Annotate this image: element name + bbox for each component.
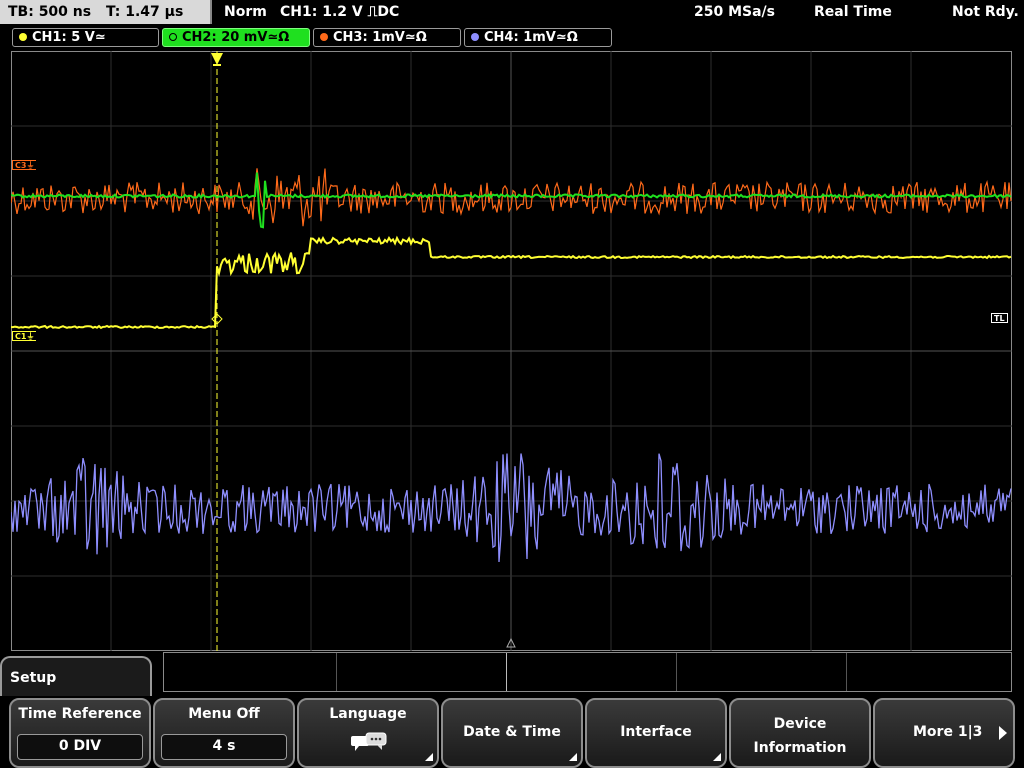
submenu-corner-icon [569,753,577,761]
overview-divider [506,653,507,691]
channel-tab-ch3[interactable]: CH3: 1mV≃Ω [313,28,461,47]
menu-title: Setup [0,656,152,696]
ch3-dot-icon [320,33,328,41]
softkey-label: Interface [620,724,692,740]
channel-tab-ch4[interactable]: CH4: 1mV≃Ω [464,28,612,47]
time-reference-value: 0 DIV [17,734,143,760]
trigger-level-marker[interactable]: TL [991,313,1008,323]
overview-divider [676,653,677,691]
ch4-dot-icon [471,33,479,41]
softkey-label-line2: Information [753,740,847,756]
softkey-label: Menu Off [188,706,260,722]
timebase-value: TB: 500 ns [8,4,92,20]
submenu-corner-icon [425,753,433,761]
trigger-info[interactable]: CH1: 1.2 V ⎍DC [280,0,399,24]
arrow-right-icon [999,726,1007,740]
softkey-label-line1: Device [773,716,827,732]
softkey-label: Time Reference [18,706,142,722]
trigger-time-value: T: 1.47 µs [105,4,184,20]
channel-tab-label: CH2: 20 mV≃Ω [182,30,290,45]
channel-tab-label: CH1: 5 V≃ [32,30,106,45]
overview-divider [336,653,337,691]
menu-off-button[interactable]: Menu Off 4 s [153,698,295,768]
overview-divider [846,653,847,691]
softkey-label: More 1|3 [913,724,983,740]
channel-tab-ch1[interactable]: CH1: 5 V≃ [12,28,159,47]
interface-button[interactable]: Interface [585,698,727,768]
acquisition-mode: Real Time [814,4,892,20]
ch1-ground-marker[interactable]: C1⏚ [12,331,37,341]
sample-rate: 250 MSa/s [694,4,776,20]
submenu-corner-icon [713,753,721,761]
timebase-box[interactable]: TB: 500 ns T: 1.47 µs [0,0,212,24]
softkey-label: Date & Time [463,724,561,740]
channel-tab-label: CH3: 1mV≃Ω [333,30,427,45]
status-bar: TB: 500 ns T: 1.47 µs Norm CH1: 1.2 V ⎍D… [0,0,1024,24]
device-information-button[interactable]: Device Information [729,698,871,768]
ch3-ground-marker[interactable]: C3⏚ [12,160,37,170]
softkey-label: Language [329,706,407,722]
menu-off-value: 4 s [161,734,287,760]
ch1-dot-icon [19,33,27,41]
trigger-position-icon[interactable] [211,53,223,65]
language-button[interactable]: Language [297,698,439,768]
channel-tabs: CH1: 5 V≃ CH2: 20 mV≃Ω CH3: 1mV≃Ω CH4: 1… [0,26,1024,48]
speech-bubbles-icon [351,732,387,751]
waveform-canvas [11,51,1012,651]
channel-tab-ch2[interactable]: CH2: 20 mV≃Ω [162,28,310,47]
channel-tab-label: CH4: 1mV≃Ω [484,30,578,45]
date-time-button[interactable]: Date & Time [441,698,583,768]
trigger-status: Not Rdy. [952,4,1019,20]
softkey-label: Device Information [731,712,869,760]
more-button[interactable]: More 1|3 [873,698,1015,768]
graticule [11,51,1012,651]
ch2-dot-icon [169,33,177,41]
trigger-mode[interactable]: Norm [224,0,267,24]
time-reference-button[interactable]: Time Reference 0 DIV [9,698,151,768]
overview-bar [163,652,1012,692]
